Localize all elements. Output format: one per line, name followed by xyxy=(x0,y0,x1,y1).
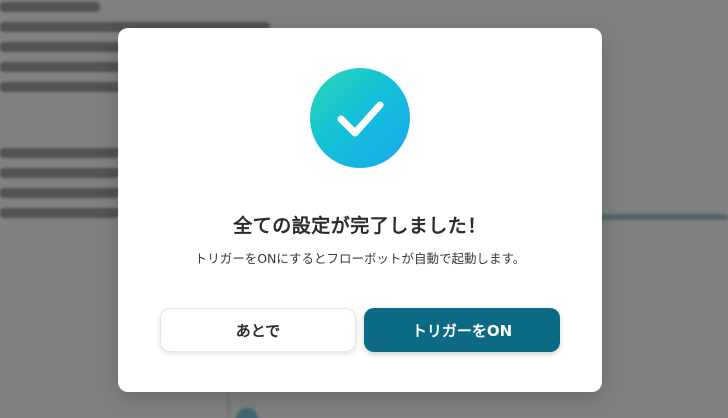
turn-on-trigger-button[interactable]: トリガーをON xyxy=(364,308,560,352)
success-badge xyxy=(310,68,410,168)
page: 全ての設定が完了しました！ トリガーをONにするとフローボットが自動で起動します… xyxy=(0,0,728,418)
check-icon xyxy=(337,101,384,137)
dialog-message: トリガーをONにするとフローボットが自動で起動します。 xyxy=(194,251,526,266)
dialog-title: 全ての設定が完了しました！ xyxy=(233,215,487,237)
later-button[interactable]: あとで xyxy=(160,308,356,352)
completion-dialog: 全ての設定が完了しました！ トリガーをONにするとフローボットが自動で起動します… xyxy=(118,28,602,392)
